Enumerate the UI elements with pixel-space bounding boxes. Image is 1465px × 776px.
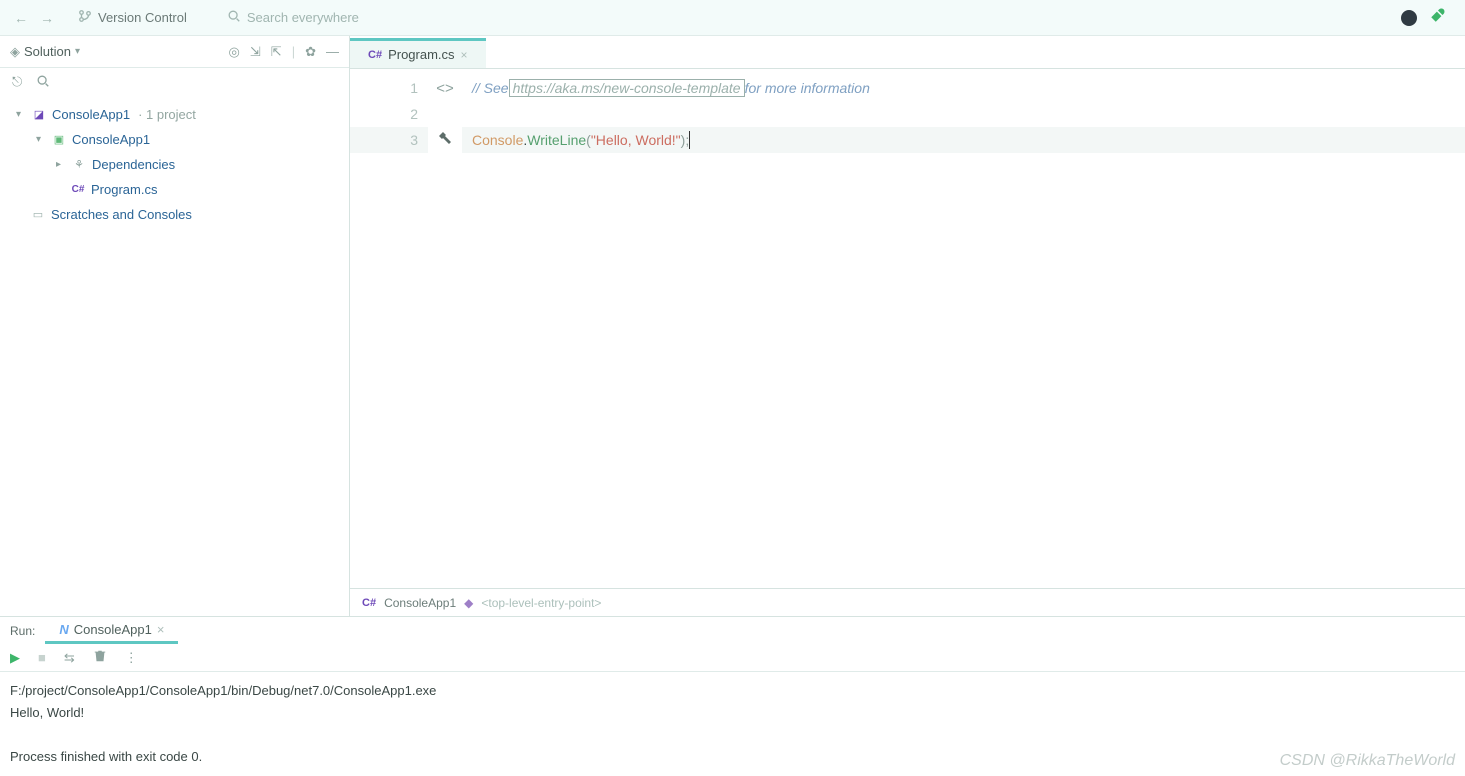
output-line: Hello, World! (10, 702, 1455, 724)
csharp-file-icon: C# (368, 49, 382, 61)
tag-icon[interactable]: <> (436, 80, 454, 97)
text-cursor (689, 131, 690, 149)
solution-icon: ◪ (31, 107, 47, 123)
dependencies-label: Dependencies (92, 157, 175, 172)
line-number: 2 (410, 106, 418, 122)
expand-chevron-icon[interactable]: ▾ (16, 109, 26, 120)
run-output[interactable]: F:/project/ConsoleApp1/ConsoleApp1/bin/D… (0, 672, 1465, 776)
tab-program-cs[interactable]: C# Program.cs × (350, 38, 486, 68)
output-line: Process finished with exit code 0. (10, 746, 1455, 768)
trash-icon[interactable] (93, 649, 107, 666)
editor-area: C# Program.cs × 1 2 3 <> // See (350, 36, 1465, 616)
line-number: 3 (410, 132, 418, 148)
token-identifier: Console (472, 132, 523, 148)
nav-back-icon[interactable]: ← (8, 10, 34, 26)
csharp-file-icon: C# (362, 597, 376, 609)
scratches-icon: ▭ (30, 207, 46, 223)
csharp-project-icon: ▣ (51, 132, 67, 148)
run-panel-title: Run: (0, 618, 45, 644)
code-line-empty[interactable] (462, 101, 1465, 127)
solution-tree[interactable]: ▾ ◪ ConsoleApp1 · 1 project ▾ ▣ ConsoleA… (0, 96, 349, 616)
hammer-icon[interactable] (437, 130, 453, 150)
step-icon[interactable]: ⇆ (64, 650, 75, 666)
tree-dependencies[interactable]: ▸ ⚘ Dependencies (6, 152, 343, 177)
run-tab-consoleapp[interactable]: N ConsoleApp1 × (45, 618, 178, 644)
sidebar-title: Solution (24, 44, 71, 59)
solution-name: ConsoleApp1 (52, 107, 130, 122)
cube-icon: ◆ (464, 596, 473, 610)
editor-tabs: C# Program.cs × (350, 36, 1465, 69)
collapse-chevron-icon[interactable]: ▸ (56, 159, 66, 170)
gear-icon[interactable]: ✿ (305, 44, 316, 60)
solution-suffix: · 1 project (138, 107, 196, 122)
link-icon[interactable]: ⎋ (12, 74, 22, 90)
stop-icon[interactable]: ■ (38, 650, 46, 665)
comment-link[interactable]: https://aka.ms/new-console-template (509, 79, 745, 97)
gutter-icons: <> (428, 69, 462, 588)
expand-chevron-icon[interactable]: ▾ (36, 134, 46, 145)
line-number: 1 (410, 80, 418, 96)
build-icon[interactable] (1429, 6, 1447, 29)
tab-title: Program.cs (388, 47, 454, 62)
run-panel-tabs: Run: N ConsoleApp1 × (0, 617, 1465, 644)
sidebar-secondary-toolbar: ⎋ (0, 68, 349, 96)
breadcrumb-bar: C# ConsoleApp1 ◆ <top-level-entry-point> (350, 588, 1465, 616)
target-icon[interactable]: ◎ (229, 44, 240, 60)
breadcrumb-project[interactable]: ConsoleApp1 (384, 596, 456, 610)
search-icon (227, 9, 241, 26)
run-tab-label: ConsoleApp1 (74, 622, 152, 637)
version-control-label: Version Control (98, 10, 187, 25)
code-content[interactable]: // See https://aka.ms/new-console-templa… (462, 69, 1465, 588)
tree-solution-root[interactable]: ▾ ◪ ConsoleApp1 · 1 project (6, 102, 343, 127)
search-icon[interactable] (36, 74, 50, 91)
token-string: "Hello, World!" (591, 132, 681, 148)
token-method: WriteLine (527, 132, 586, 148)
collapse-icon[interactable]: ⇱ (271, 44, 282, 60)
line-gutter: 1 2 3 (350, 69, 428, 588)
dotnet-icon: N (59, 622, 68, 637)
tree-scratches[interactable]: ▭ Scratches and Consoles (6, 202, 343, 227)
chevron-down-icon: ▾ (75, 46, 80, 57)
dependencies-icon: ⚘ (71, 157, 87, 173)
code-line-active[interactable]: Console.WriteLine("Hello, World!"); (462, 127, 1465, 153)
tree-project[interactable]: ▾ ▣ ConsoleApp1 (6, 127, 343, 152)
search-everywhere-button[interactable]: Search everywhere (227, 9, 359, 26)
search-target-icon[interactable] (1401, 10, 1417, 26)
main-toolbar: ← → Version Control Search everywhere (0, 0, 1465, 36)
search-placeholder: Search everywhere (247, 10, 359, 25)
tree-file-program[interactable]: C# Program.cs (6, 177, 343, 202)
prism-icon: ◈ (10, 44, 20, 60)
sidebar-header: ◈ Solution ▾ ◎ ⇲ ⇱ | ✿ — (0, 36, 349, 68)
close-icon[interactable]: × (157, 622, 165, 637)
expand-icon[interactable]: ⇲ (250, 44, 261, 60)
close-icon[interactable]: × (461, 48, 468, 62)
more-icon[interactable]: ⋮ (125, 650, 138, 666)
version-control-button[interactable]: Version Control (78, 9, 187, 26)
branch-icon (78, 9, 92, 26)
nav-forward-icon[interactable]: → (34, 10, 60, 26)
toolbar-right (1401, 6, 1457, 29)
breadcrumb-entry[interactable]: <top-level-entry-point> (481, 596, 601, 610)
comment-text: for more information (745, 80, 870, 96)
comment-text: // See (472, 80, 509, 96)
solution-sidebar: ◈ Solution ▾ ◎ ⇲ ⇱ | ✿ — ⎋ ▾ ◪ Cons (0, 36, 350, 616)
code-editor[interactable]: 1 2 3 <> // See https://aka.ms/new-conso… (350, 69, 1465, 588)
solution-selector[interactable]: ◈ Solution ▾ (10, 44, 80, 60)
run-panel: Run: N ConsoleApp1 × ▶ ■ ⇆ ⋮ F:/project/… (0, 616, 1465, 776)
scratches-label: Scratches and Consoles (51, 207, 192, 222)
play-icon[interactable]: ▶ (10, 650, 20, 666)
csharp-file-icon: C# (70, 182, 86, 198)
run-toolbar: ▶ ■ ⇆ ⋮ (0, 644, 1465, 672)
code-line[interactable]: // See https://aka.ms/new-console-templa… (462, 75, 1465, 101)
minimize-icon[interactable]: — (326, 44, 339, 59)
watermark-text: CSDN @RikkaTheWorld (1280, 752, 1455, 770)
project-name: ConsoleApp1 (72, 132, 150, 147)
output-line: F:/project/ConsoleApp1/ConsoleApp1/bin/D… (10, 680, 1455, 702)
file-name: Program.cs (91, 182, 157, 197)
